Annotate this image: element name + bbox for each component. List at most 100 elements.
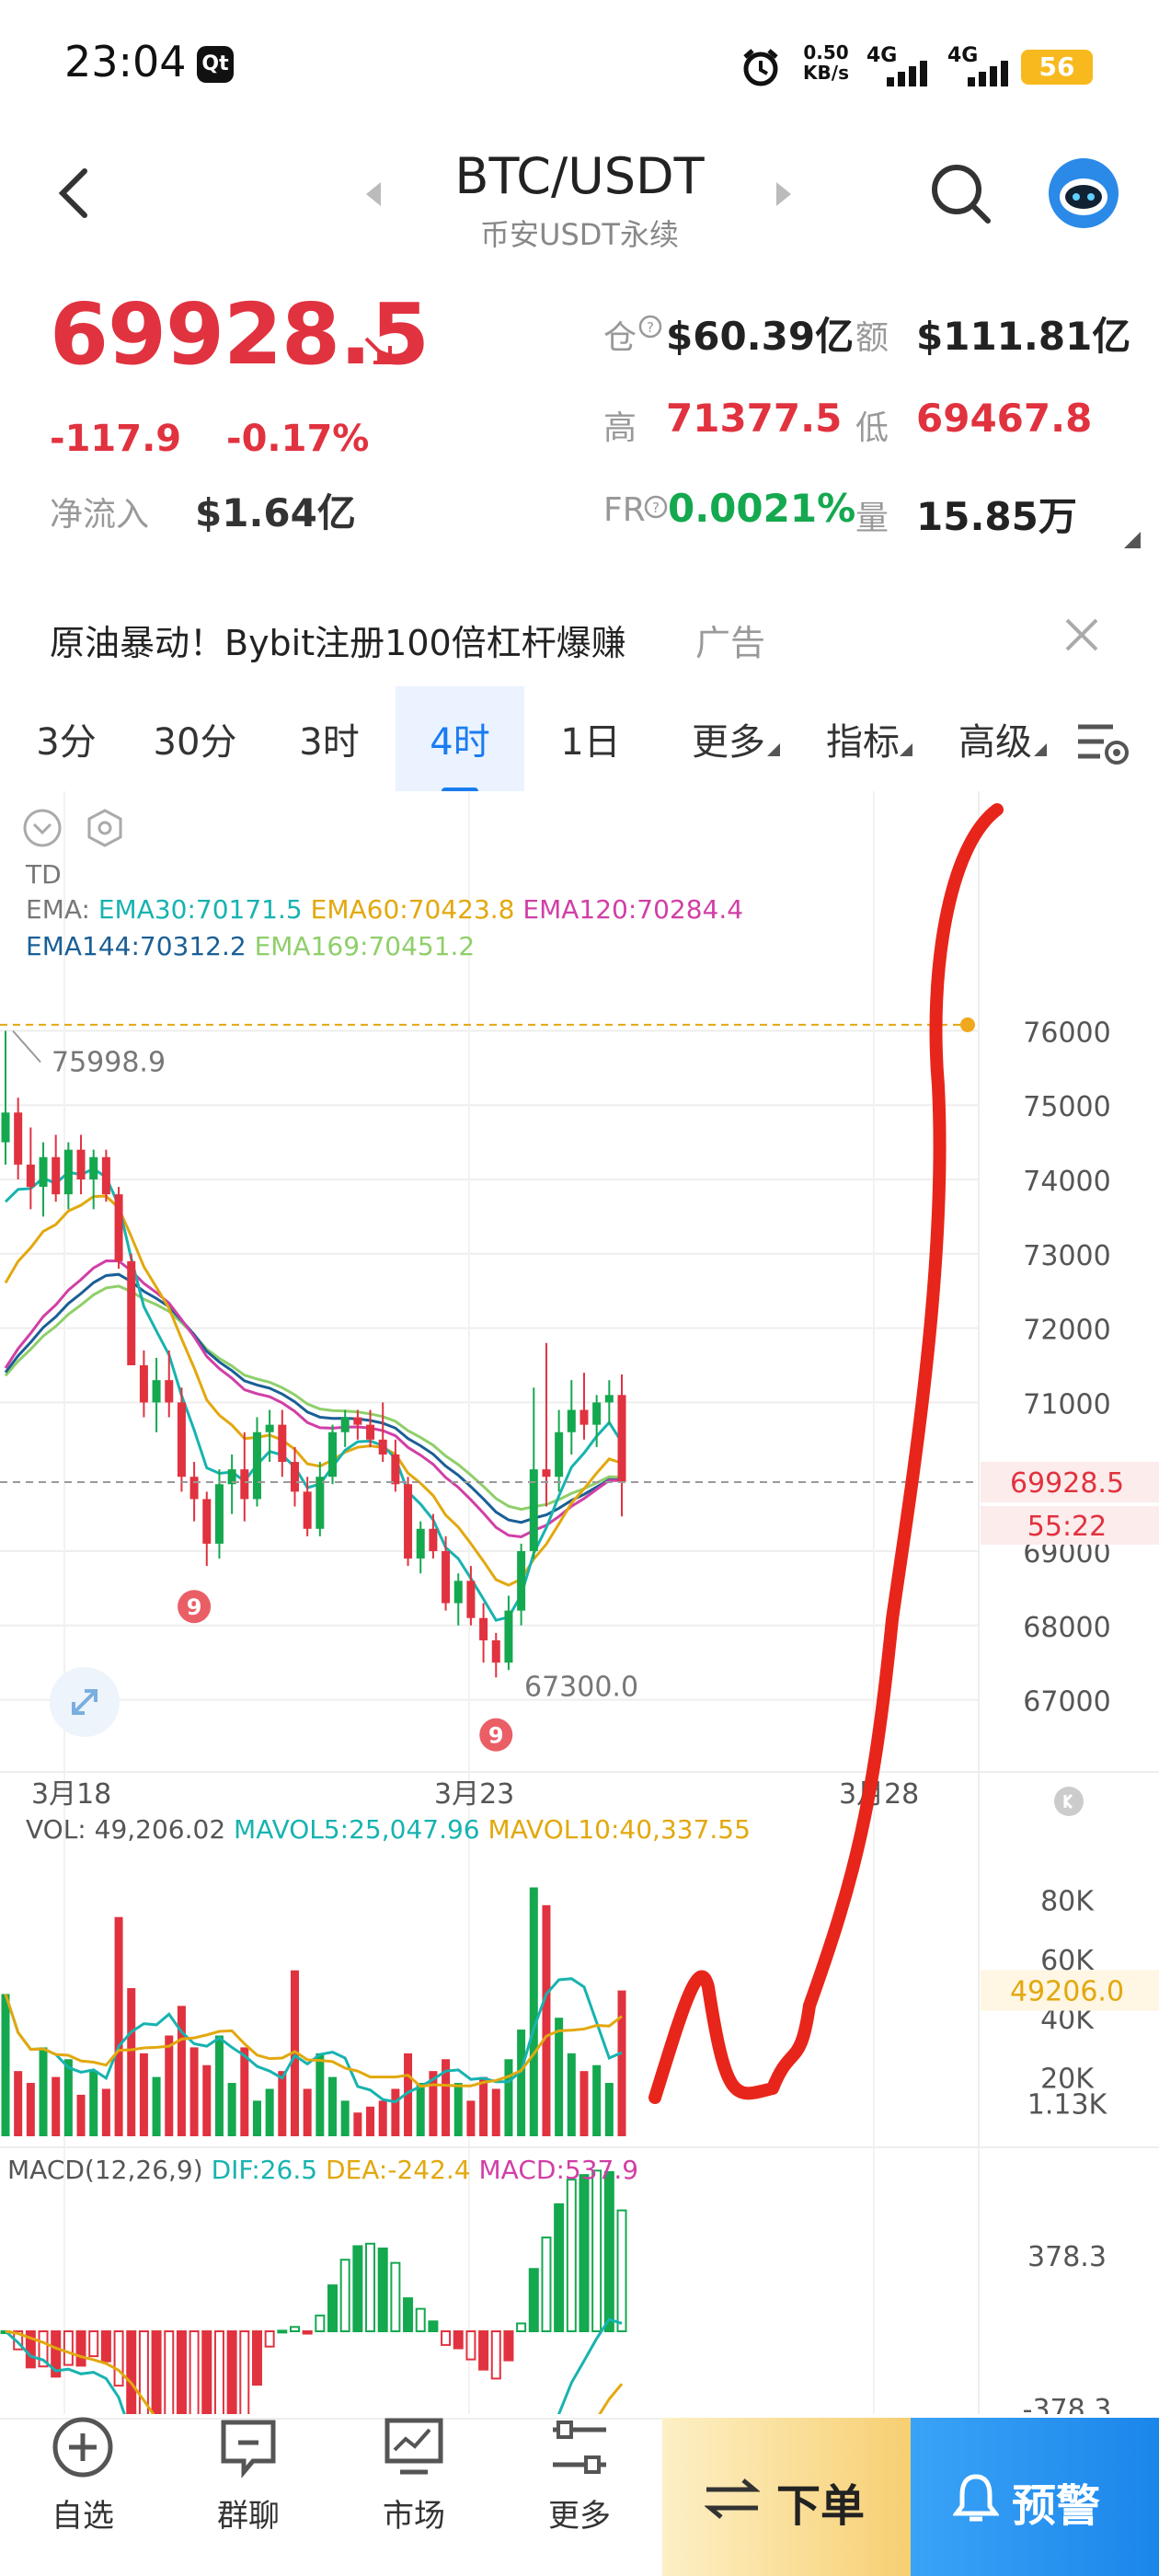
volume-bar [227,2083,236,2136]
nav-chat[interactable]: 群聊 [166,2415,331,2536]
candle-body [14,1112,23,1165]
candle-body [580,1409,589,1425]
candle-body [429,1528,438,1551]
macd-params: MACD(12,26,9) [7,2155,203,2185]
volume-bar [378,2100,387,2136]
volume-bar [491,2088,500,2136]
macd-bar [277,2329,288,2334]
macd-bar [554,2202,565,2332]
td-marker-label: 9 [187,1594,202,1620]
macd-bar [126,2330,137,2414]
candle-body [63,1149,73,1195]
nav-more[interactable]: 更多 [497,2415,662,2536]
tab-3h[interactable]: 3时 [272,718,386,791]
status-time: 23:04 [64,37,187,86]
volume-bar [101,2088,110,2136]
collapse-chevron-icon[interactable] [22,808,63,848]
low-annotation: 67300.0 [524,1671,638,1703]
macd-bar [176,2330,187,2414]
price-down-arrow-icon [364,337,392,364]
macd-value: MACD:537.9 [478,2155,639,2185]
volume-bar [252,2100,261,2136]
net-speed-value: 0.50 [803,41,849,63]
volume-bar [416,2083,425,2136]
volume-bar [529,1887,538,2136]
candle-body [466,1581,476,1618]
volume-bar [303,2088,312,2136]
high-label: 高 [603,409,637,447]
expand-corner-icon[interactable] [1124,532,1141,548]
price-tick-label: 68000 [1023,1612,1110,1644]
macd-bar [251,2330,262,2386]
candle-body [101,1156,110,1195]
chat-icon [221,2420,276,2478]
search-icon[interactable] [929,162,993,226]
candle-body [316,1477,325,1529]
volume-bar [340,2100,350,2136]
dif-value: DIF:26.5 [211,2155,318,2185]
volume-bar [76,2094,86,2136]
volume-bar [26,2083,35,2136]
tab-4h[interactable]: 4时 [396,686,524,795]
signal-icon-2 [968,61,1008,86]
help-icon[interactable]: ? [638,315,662,339]
market-chart-icon [384,2418,443,2475]
net-inflow-label: 净流入 [50,496,150,534]
macd-bar [201,2330,212,2414]
price-tick-label: 72000 [1023,1315,1110,1347]
tab-30m[interactable]: 30分 [138,718,252,791]
scroll-to-start-icon[interactable] [1052,1785,1085,1818]
macd-bar [75,2330,86,2367]
indicator-settings-icon[interactable] [85,808,125,848]
td-marker-label: 9 [488,1723,504,1749]
volume-bar [555,2018,564,2136]
candle-body [52,1156,61,1195]
macd-bar [478,2330,489,2371]
volume-bar [617,1990,626,2136]
volume-label: 量 [855,500,889,537]
macd-bar [428,2320,439,2332]
funding-rate-label: FR [603,491,646,529]
macd-bar [151,2330,162,2414]
volume-bar [189,2047,199,2136]
alarm-icon [743,49,778,86]
date-label: 3月28 [839,1778,919,1811]
svg-text:?: ? [647,319,654,336]
candle-body [303,1491,312,1529]
macd-bar [403,2297,414,2332]
ad-banner-text[interactable]: 原油暴动！Bybit注册100倍杠杆爆赚 [50,615,626,665]
macd-bar [579,2174,590,2332]
candle-body [567,1409,576,1432]
countdown-tag: 55:22 [1027,1511,1107,1543]
add-circle-icon [52,2417,113,2478]
candle-body [165,1380,174,1403]
tab-3m[interactable]: 3分 [9,718,123,791]
macd-tick-label: 1.13K [1027,2088,1108,2121]
price-tick-label: 76000 [1023,1017,1110,1049]
place-order-button[interactable]: 下单 [662,2418,911,2576]
macd-bar [302,2330,313,2335]
date-label: 3月23 [434,1778,514,1811]
tab-1d[interactable]: 1日 [534,718,648,791]
nav-watchlist[interactable]: 自选 [0,2415,166,2536]
nav-market[interactable]: 市场 [331,2415,497,2536]
price-alert-button[interactable]: 预警 [911,2418,1159,2576]
candle-body [265,1424,274,1432]
volume-tick-label: 80K [1040,1885,1095,1917]
advanced-down-caret-icon [1034,743,1047,756]
fullscreen-expand-icon[interactable] [48,1665,121,1739]
volume-bar [479,2076,488,2136]
volume-bar [14,2071,23,2136]
ema-legend-row-2: EMA144:70312.2 EMA169:70451.2 [26,931,475,961]
price-alert-label: 预警 [1012,2480,1101,2532]
chart-settings-icon[interactable] [1076,719,1131,767]
close-ad-icon[interactable] [1063,616,1100,653]
net-inflow-value: $1.64亿 [195,490,356,535]
volume-bar [152,2076,161,2136]
funding-help-icon[interactable]: ? [644,495,668,519]
candle-body [127,1260,136,1365]
volume-bar [114,1916,123,2136]
candle-body [278,1424,287,1463]
robot-assistant-icon[interactable] [1047,156,1120,230]
macd-tick-label: 378.3 [1027,2241,1107,2273]
